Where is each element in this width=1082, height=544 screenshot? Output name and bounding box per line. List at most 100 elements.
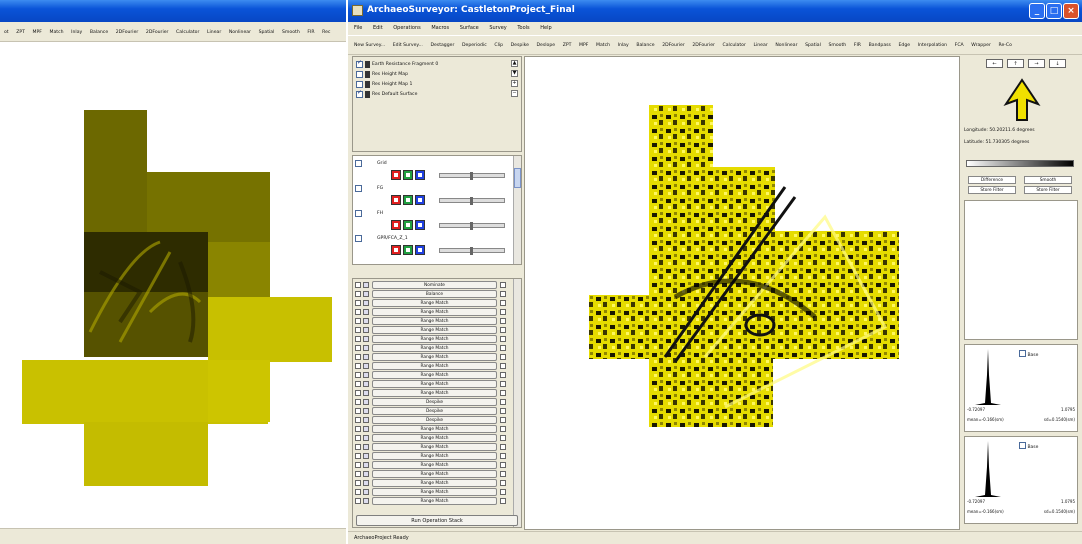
toolbar-2dfourier[interactable]: 2DFourier bbox=[662, 43, 685, 48]
operation-checkbox[interactable] bbox=[355, 390, 361, 396]
operation-checkbox[interactable] bbox=[355, 291, 361, 297]
operation-remove-button[interactable] bbox=[500, 363, 506, 369]
colour-scale-bar[interactable] bbox=[966, 160, 1074, 167]
operation-remove-button[interactable] bbox=[500, 462, 506, 468]
store-filter-button[interactable]: Store Filter bbox=[968, 186, 1016, 194]
layer-checkbox[interactable] bbox=[356, 71, 363, 78]
menu-help[interactable]: Help bbox=[540, 25, 551, 31]
operation-checkbox[interactable] bbox=[355, 453, 361, 459]
operation-remove-button[interactable] bbox=[500, 309, 506, 315]
operation-checkbox[interactable] bbox=[355, 282, 361, 288]
left-toolbar-item[interactable]: ot bbox=[4, 30, 9, 35]
channel-slider[interactable] bbox=[439, 172, 505, 180]
pan-up-button[interactable]: ↑ bbox=[1007, 59, 1024, 68]
operation-remove-button[interactable] bbox=[500, 327, 506, 333]
operation-remove-button[interactable] bbox=[500, 480, 506, 486]
operation-button[interactable]: Range Match bbox=[372, 497, 497, 505]
operation-checkbox[interactable] bbox=[355, 480, 361, 486]
histogram-control[interactable]: Base bbox=[1019, 441, 1038, 450]
channel-checkbox[interactable] bbox=[355, 235, 362, 242]
layer-remove-button[interactable]: − bbox=[511, 90, 518, 97]
channel-slider[interactable] bbox=[439, 247, 505, 255]
green-channel-button[interactable] bbox=[403, 245, 413, 255]
run-operation-stack-button[interactable]: Run Operation Stack bbox=[356, 515, 518, 526]
operation-button[interactable]: Despike bbox=[372, 416, 497, 424]
toolbar-fir[interactable]: FIR bbox=[854, 43, 861, 48]
channel-checkbox[interactable] bbox=[355, 185, 362, 192]
operation-button[interactable]: Range Match bbox=[372, 371, 497, 379]
operation-button[interactable]: Range Match bbox=[372, 362, 497, 370]
main-title-bar[interactable]: ArchaeoSurveyor: CastletonProject_Final … bbox=[348, 0, 1082, 22]
operation-checkbox[interactable] bbox=[355, 426, 361, 432]
toolbar-match[interactable]: Match bbox=[596, 43, 610, 48]
operation-checkbox[interactable] bbox=[355, 435, 361, 441]
operation-button[interactable]: Range Match bbox=[372, 479, 497, 487]
operation-button[interactable]: Range Match bbox=[372, 389, 497, 397]
toolbar-mpf[interactable]: MPF bbox=[579, 43, 588, 48]
operation-checkbox[interactable] bbox=[355, 444, 361, 450]
operation-remove-button[interactable] bbox=[500, 426, 506, 432]
blue-channel-button[interactable] bbox=[415, 195, 425, 205]
channel-slider[interactable] bbox=[439, 222, 505, 230]
operation-remove-button[interactable] bbox=[500, 435, 506, 441]
operation-button[interactable]: Range Match bbox=[372, 317, 497, 325]
operation-checkbox[interactable] bbox=[355, 417, 361, 423]
operation-checkbox[interactable] bbox=[355, 300, 361, 306]
red-channel-button[interactable] bbox=[391, 170, 401, 180]
smooth-button[interactable]: Smooth bbox=[1024, 176, 1072, 184]
green-channel-button[interactable] bbox=[403, 220, 413, 230]
toolbar-2dfourier[interactable]: 2DFourier bbox=[692, 43, 715, 48]
operation-checkbox[interactable] bbox=[355, 399, 361, 405]
pan-down-button[interactable]: ↓ bbox=[1049, 59, 1066, 68]
menu-edit[interactable]: Edit bbox=[373, 25, 383, 31]
blue-channel-button[interactable] bbox=[415, 245, 425, 255]
toolbar-fca[interactable]: FCA bbox=[955, 43, 964, 48]
operation-remove-button[interactable] bbox=[500, 381, 506, 387]
toolbar-balance[interactable]: Balance bbox=[636, 43, 654, 48]
operation-checkbox[interactable] bbox=[355, 462, 361, 468]
left-survey-canvas[interactable] bbox=[0, 42, 346, 528]
operation-button[interactable]: Range Match bbox=[372, 299, 497, 307]
left-toolbar-item[interactable]: Nonlinear bbox=[229, 30, 251, 35]
layer-row[interactable]: Res Height Map 1 bbox=[356, 80, 521, 89]
menu-survey[interactable]: Survey bbox=[489, 25, 506, 31]
menu-macros[interactable]: Macros bbox=[431, 25, 449, 31]
left-toolbar-item[interactable]: ZPT bbox=[16, 30, 25, 35]
toolbar-nonlinear[interactable]: Nonlinear bbox=[775, 43, 797, 48]
left-toolbar-item[interactable]: Spatial bbox=[259, 30, 275, 35]
operation-checkbox[interactable] bbox=[355, 354, 361, 360]
operation-button[interactable]: Balance bbox=[372, 290, 497, 298]
operation-checkbox[interactable] bbox=[355, 471, 361, 477]
operation-checkbox[interactable] bbox=[355, 372, 361, 378]
operation-checkbox[interactable] bbox=[355, 318, 361, 324]
operation-button[interactable]: Range Match bbox=[372, 353, 497, 361]
toolbar-spatial[interactable]: Spatial bbox=[805, 43, 821, 48]
operation-button[interactable]: Range Match bbox=[372, 425, 497, 433]
operation-remove-button[interactable] bbox=[500, 291, 506, 297]
layer-up-button[interactable]: ▲ bbox=[511, 60, 518, 67]
operation-remove-button[interactable] bbox=[500, 390, 506, 396]
operation-checkbox[interactable] bbox=[355, 489, 361, 495]
toolbar-deperiodic[interactable]: Deperiodic bbox=[462, 43, 487, 48]
operation-remove-button[interactable] bbox=[500, 282, 506, 288]
layer-add-button[interactable]: + bbox=[511, 80, 518, 87]
operation-button[interactable]: Despike bbox=[372, 398, 497, 406]
left-toolbar-item[interactable]: Balance bbox=[90, 30, 108, 35]
operation-remove-button[interactable] bbox=[500, 498, 506, 504]
toolbar-deslope[interactable]: Deslope bbox=[537, 43, 556, 48]
operation-button[interactable]: Nominate bbox=[372, 281, 497, 289]
red-channel-button[interactable] bbox=[391, 245, 401, 255]
left-toolbar-item[interactable]: 2DFourier bbox=[146, 30, 169, 35]
menu-operations[interactable]: Operations bbox=[393, 25, 421, 31]
operation-button[interactable]: Range Match bbox=[372, 335, 497, 343]
menu-tools[interactable]: Tools bbox=[517, 25, 529, 31]
blue-channel-button[interactable] bbox=[415, 170, 425, 180]
green-channel-button[interactable] bbox=[403, 170, 413, 180]
operations-scrollbar[interactable] bbox=[513, 279, 521, 527]
operation-button[interactable]: Range Match bbox=[372, 461, 497, 469]
histogram-checkbox[interactable] bbox=[1019, 350, 1026, 357]
layer-row[interactable]: Res Default Surface bbox=[356, 89, 521, 99]
operation-button[interactable]: Despike bbox=[372, 407, 497, 415]
channel-header[interactable]: FH bbox=[355, 209, 510, 218]
operation-checkbox[interactable] bbox=[355, 363, 361, 369]
